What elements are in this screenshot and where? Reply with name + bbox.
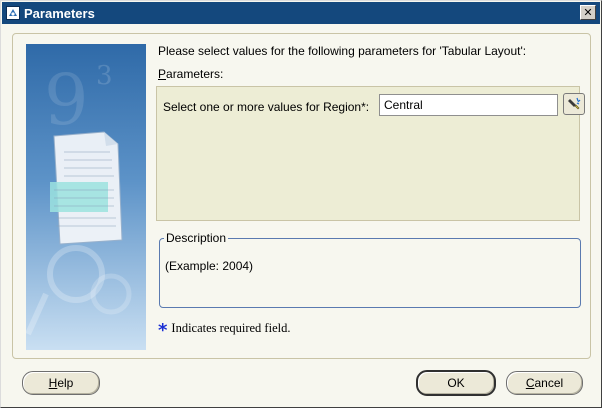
parameters-label: Parameters: [158, 67, 223, 81]
title-bar[interactable]: Parameters ✕ [2, 2, 600, 24]
parameters-box: Select one or more values for Region*: [156, 86, 585, 221]
close-icon[interactable]: ✕ [580, 5, 596, 20]
region-input[interactable] [379, 94, 558, 116]
cancel-button[interactable]: Cancel [506, 371, 583, 395]
intro-text: Please select values for the following p… [158, 44, 527, 58]
help-button[interactable]: Help [22, 371, 100, 395]
lov-button[interactable] [563, 93, 585, 115]
document-illustration: 9 3 [26, 44, 146, 350]
help-button-rest: elp [57, 376, 74, 390]
description-box: Description (Example: 2004) [159, 231, 581, 308]
help-button-mnemonic: H [48, 376, 58, 390]
svg-text:9: 9 [44, 59, 89, 141]
cancel-button-rest: ancel [534, 376, 564, 390]
parameters-dialog: Parameters ✕ 9 3 Please select values fo… [0, 0, 602, 408]
required-note-text: Indicates required field. [171, 321, 291, 335]
description-legend: Description [164, 231, 229, 245]
cancel-button-mnemonic: C [525, 376, 535, 390]
parameters-label-mnemonic: P [158, 67, 167, 81]
app-icon [5, 5, 21, 21]
content-panel: 9 3 Please select values for the followi… [12, 33, 591, 359]
required-note: * Indicates required field. [158, 320, 291, 341]
flashlight-search-icon [568, 97, 581, 110]
window-title: Parameters [24, 5, 95, 21]
description-text: (Example: 2004) [165, 259, 254, 273]
required-star-icon: * [158, 320, 168, 341]
region-label: Select one or more values for Region*: [163, 100, 370, 114]
svg-text:3: 3 [96, 61, 113, 91]
ok-button[interactable]: OK [416, 370, 496, 396]
parameters-label-rest: arameters: [166, 67, 224, 81]
